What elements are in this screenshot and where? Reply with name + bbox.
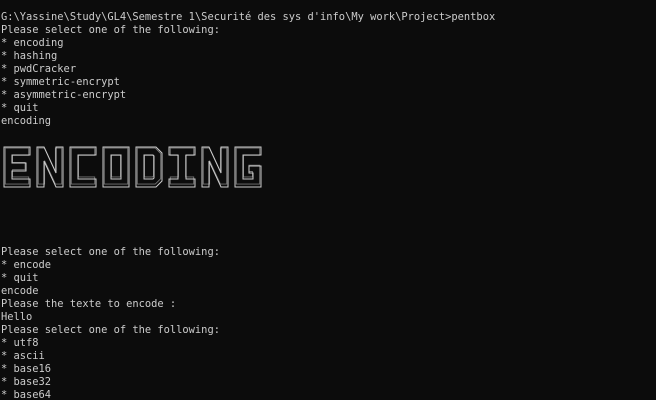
menu-option-hashing: * hashing [1, 50, 58, 62]
user-input-line: encoding [1, 115, 52, 127]
command-prompt-line: G:\Yassine\Study\GL4\Semestre 1\Securité… [1, 11, 496, 23]
banner-letter-e [3, 146, 31, 188]
menu-option-base16: * base16 [1, 363, 52, 375]
text-input-prompt: Please the texte to encode : [1, 298, 177, 310]
banner-letter-o [102, 146, 130, 188]
menu-option-utf8: * utf8 [1, 337, 39, 349]
menu-option-base64: * base64 [1, 389, 52, 400]
banner-letter-n [201, 146, 229, 188]
banner-letter-i [168, 146, 196, 188]
ascii-art-banner [3, 146, 262, 188]
user-input-line: encode [1, 285, 39, 297]
menu-option-base32: * base32 [1, 376, 52, 388]
banner-letter-d [135, 146, 163, 188]
menu-option-quit: * quit [1, 102, 39, 114]
menu-header: Please select one of the following: [1, 324, 220, 336]
user-input-line: Hello [1, 311, 33, 323]
menu-option-asymmetric-encrypt: * asymmetric-encrypt [1, 89, 127, 101]
banner-letter-n [36, 146, 64, 188]
banner-letter-c [69, 146, 97, 188]
menu-header: Please select one of the following: [1, 24, 220, 36]
menu-option-quit: * quit [1, 272, 39, 284]
menu-option-pwdcracker: * pwdCracker [1, 63, 77, 75]
banner-letter-g [234, 146, 262, 188]
terminal-window[interactable]: G:\Yassine\Study\GL4\Semestre 1\Securité… [0, 0, 656, 400]
menu-option-ascii: * ascii [1, 350, 45, 362]
menu-option-encoding: * encoding [1, 37, 64, 49]
menu-option-encode: * encode [1, 259, 52, 271]
menu-header: Please select one of the following: [1, 246, 220, 258]
menu-option-symmetric-encrypt: * symmetric-encrypt [1, 76, 120, 88]
